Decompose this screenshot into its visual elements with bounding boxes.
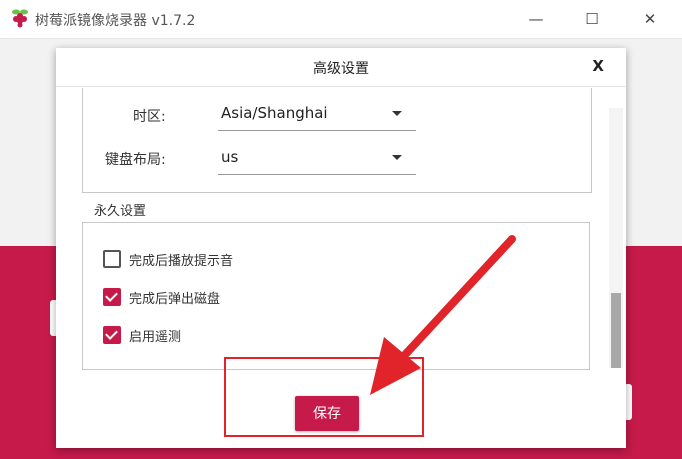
window-close-button[interactable]: ✕	[635, 4, 665, 34]
raspberry-icon	[12, 9, 28, 28]
persistent-settings-heading: 永久设置	[94, 204, 147, 219]
keyboard-layout-label: 键盘布局:	[105, 152, 166, 168]
dialog-close-button[interactable]: X	[592, 57, 604, 75]
persistent-settings-group: 完成后播放提示音 完成后弹出磁盘 启用遥测	[82, 222, 590, 370]
checkbox-checked[interactable]	[103, 326, 121, 344]
option-label: 启用遥测	[129, 330, 182, 345]
dialog-scrollbar[interactable]	[609, 108, 623, 368]
scrollbar-thumb[interactable]	[611, 293, 621, 368]
window-titlebar: 树莓派镜像烧录器 v1.7.2 — ☐ ✕	[0, 0, 682, 39]
maximize-button[interactable]: ☐	[577, 4, 607, 34]
keyboard-layout-value: us	[221, 148, 239, 166]
minimize-button[interactable]: —	[521, 4, 551, 34]
checkmark-icon	[105, 289, 118, 302]
timezone-select[interactable]: Asia/Shanghai	[218, 96, 416, 131]
dropdown-arrow-icon	[392, 155, 402, 160]
dialog-title: 高级设置	[313, 61, 369, 77]
timezone-label: 时区:	[133, 109, 166, 125]
dropdown-arrow-icon	[392, 111, 402, 116]
dialog-header: 高级设置 X	[56, 48, 626, 87]
timezone-value: Asia/Shanghai	[221, 104, 328, 122]
checkbox-checked[interactable]	[103, 288, 121, 306]
locale-settings-group: 时区: Asia/Shanghai 键盘布局: us	[82, 88, 592, 193]
checkbox-unchecked[interactable]	[103, 250, 121, 268]
option-label: 完成后播放提示音	[129, 254, 234, 269]
annotation-highlight-box	[224, 357, 424, 437]
window-title: 树莓派镜像烧录器 v1.7.2	[35, 13, 196, 29]
checkmark-icon	[105, 327, 118, 340]
keyboard-layout-select[interactable]: us	[218, 140, 416, 175]
option-label: 完成后弹出磁盘	[129, 292, 221, 307]
